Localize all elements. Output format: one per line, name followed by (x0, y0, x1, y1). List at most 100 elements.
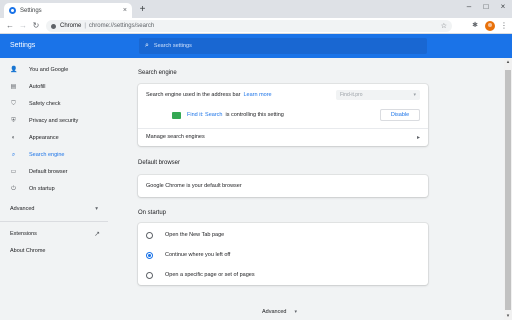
manage-search-engines-row[interactable]: Manage search engines ▸ (138, 130, 428, 144)
chrome-icon (51, 23, 56, 29)
sidebar-item-search-engine[interactable]: ⌕ Search engine (0, 149, 108, 161)
address-bar[interactable]: Chrome | chrome://settings/search ☆ (46, 20, 452, 32)
sidebar-item-appearance[interactable]: ◐ Appearance (0, 132, 108, 144)
sidebar-item-on-startup[interactable]: ⏻ On startup (0, 183, 108, 195)
menu-icon[interactable]: ⋮ (500, 21, 508, 31)
sidebar-item-autofill[interactable]: ▤ Autofill (0, 81, 108, 93)
default-browser-row: Google Chrome is your default browser (138, 180, 428, 192)
sidebar-item-label: You and Google (29, 67, 69, 73)
extension-icon (172, 111, 181, 119)
sidebar-item-safety-check[interactable]: ⛉ Safety check (0, 98, 108, 110)
reload-icon[interactable]: ↻ (31, 21, 41, 31)
search-engine-card: Search engine used in the address bar Le… (138, 84, 428, 146)
clipboard-icon: ▤ (10, 83, 17, 90)
browser-toolbar: ← → ↻ Chrome | chrome://settings/search … (0, 18, 512, 34)
search-engine-select-value: Find-it.pro (340, 92, 363, 98)
sidebar-item-label: Default browser (29, 169, 68, 175)
sidebar-item-extensions[interactable]: Extensions ↗ (0, 228, 108, 240)
startup-option-label: Open a specific page or set of pages (165, 272, 255, 278)
sidebar-item-about-chrome[interactable]: About Chrome (0, 245, 108, 257)
radio-button[interactable] (146, 271, 153, 279)
sidebar-item-privacy[interactable]: ⛨ Privacy and security (0, 115, 108, 127)
new-tab-button[interactable]: + (137, 4, 148, 15)
disable-button[interactable]: Disable (380, 109, 420, 121)
sidebar-item-you-and-google[interactable]: 👤 You and Google (0, 64, 108, 76)
chevron-down-icon: ▾ (294, 309, 297, 315)
tab-title: Settings (20, 7, 42, 14)
sidebar-advanced-label: Advanced (10, 206, 35, 212)
sidebar-item-label: Privacy and security (29, 118, 79, 124)
learn-more-link[interactable]: Learn more (243, 92, 271, 98)
sidebar-item-label: About Chrome (10, 248, 46, 254)
back-icon[interactable]: ← (5, 21, 15, 31)
on-startup-section-title: On startup (138, 210, 167, 216)
manage-search-engines-label: Manage search engines (146, 134, 205, 140)
sidebar-item-label: Autofill (29, 84, 46, 90)
sidebar-item-label: Appearance (29, 135, 59, 141)
chevron-down-icon: ▾ (413, 92, 416, 98)
advanced-label: Advanced (262, 309, 287, 315)
scroll-down-icon[interactable]: ▾ (504, 312, 512, 320)
default-browser-card: Google Chrome is your default browser (138, 175, 428, 197)
url-origin: Chrome (60, 23, 82, 29)
palette-icon: ◐ (11, 134, 16, 141)
on-startup-card: Open the New Tab page Continue where you… (138, 223, 428, 285)
startup-option-label: Continue where you left off (165, 252, 231, 258)
sidebar-item-label: Search engine (29, 152, 65, 158)
search-engine-section-title: Search engine (138, 70, 177, 76)
tab-strip: Settings × + – □ × (0, 0, 512, 18)
chevron-down-icon: ▾ (95, 206, 98, 212)
startup-option-label: Open the New Tab page (165, 232, 225, 238)
shield-icon: ⛉ (11, 100, 16, 107)
settings-favicon-icon (9, 7, 16, 14)
startup-option-new-tab[interactable]: Open the New Tab page (138, 228, 428, 242)
scroll-thumb[interactable] (505, 70, 511, 310)
search-engine-label: Search engine used in the address bar (146, 92, 241, 98)
tab-settings[interactable]: Settings × (4, 3, 132, 18)
page-title: Settings (10, 42, 36, 49)
controlled-text: is controlling this setting (225, 112, 284, 118)
default-browser-section-title: Default browser (138, 160, 181, 166)
startup-option-continue[interactable]: Continue where you left off (138, 248, 428, 262)
sidebar-item-label: On startup (29, 186, 55, 192)
sidebar-item-label: Safety check (29, 101, 61, 107)
search-engine-select[interactable]: Find-it.pro ▾ (336, 90, 420, 100)
page-scrollbar[interactable]: ▴ ▾ (504, 58, 512, 320)
default-browser-text: Google Chrome is your default browser (146, 183, 242, 189)
sidebar-divider (0, 221, 108, 222)
power-icon: ⏻ (11, 185, 16, 192)
sidebar-advanced-toggle[interactable]: Advanced ▾ (10, 204, 98, 214)
person-icon: 👤 (10, 66, 18, 73)
browser-icon: ▭ (10, 168, 17, 175)
radio-button-selected[interactable] (146, 251, 153, 259)
radio-button[interactable] (146, 231, 153, 239)
sidebar-item-default-browser[interactable]: ▭ Default browser (0, 166, 108, 178)
scroll-up-icon[interactable]: ▴ (504, 58, 512, 66)
forward-icon[interactable]: → (18, 21, 28, 31)
tab-close-icon[interactable]: × (123, 7, 127, 14)
url-text[interactable]: chrome://settings/search (89, 23, 441, 29)
settings-header: Settings ⌕ (0, 34, 512, 58)
extensions-puzzle-icon[interactable]: ✱ (470, 21, 480, 31)
shield-lock-icon: ⛨ (11, 117, 16, 124)
open-in-new-icon: ↗ (94, 231, 100, 238)
startup-option-specific-pages[interactable]: Open a specific page or set of pages (138, 268, 428, 282)
maximize-button[interactable]: □ (479, 2, 493, 12)
minimize-button[interactable]: – (462, 2, 476, 12)
profile-avatar[interactable] (485, 21, 495, 31)
advanced-settings-toggle[interactable]: Advanced ▾ (262, 309, 297, 315)
url-separator: | (84, 23, 86, 29)
controlled-by-extension-row: Find it: Search is controlling this sett… (138, 106, 428, 124)
search-icon: ⌕ (11, 151, 16, 158)
search-box[interactable]: ⌕ (139, 38, 427, 54)
close-window-button[interactable]: × (496, 2, 510, 12)
search-engine-row: Search engine used in the address bar Le… (138, 89, 428, 101)
extension-link[interactable]: Find it: Search (187, 112, 222, 118)
search-icon: ⌕ (145, 42, 149, 49)
sidebar-item-label: Extensions (10, 231, 37, 237)
chevron-right-icon: ▸ (416, 134, 420, 141)
bookmark-star-icon[interactable]: ☆ (441, 22, 447, 30)
sidebar: 👤 You and Google ▤ Autofill ⛉ Safety che… (0, 58, 108, 320)
divider (138, 128, 428, 129)
search-input[interactable] (153, 43, 421, 49)
